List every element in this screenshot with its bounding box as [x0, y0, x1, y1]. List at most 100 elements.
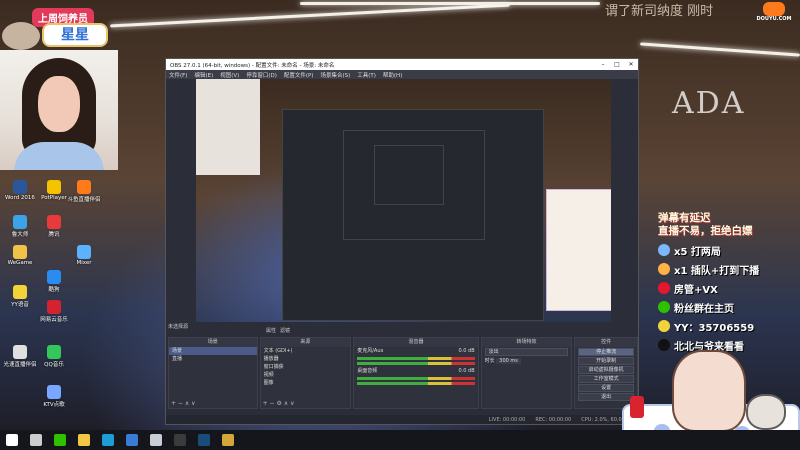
desktop-shortcut[interactable]: 网易云音乐: [36, 300, 72, 323]
obs-menu-item[interactable]: 停靠窗口(D): [246, 71, 277, 79]
duration-input[interactable]: 300 ms: [496, 358, 521, 364]
obs-title-text: OBS 27.0.1 (64-bit, windows) - 配置文件: 未命名…: [170, 62, 335, 69]
desktop-shortcut-label: QQ音乐: [44, 362, 64, 368]
desktop-shortcut[interactable]: 鲁大师: [2, 215, 38, 238]
desktop-shortcut[interactable]: YY语音: [2, 285, 38, 308]
desktop-shortcut[interactable]: 腾讯: [36, 215, 72, 238]
overlay-headline: 直播不易，拒绝白嫖: [658, 225, 753, 237]
obs-preview-canvas[interactable]: [196, 79, 611, 322]
desktop-shortcut-label: 鲁大师: [11, 232, 29, 238]
source-item[interactable]: 窗口捕获: [261, 363, 351, 371]
overlay-rows: x5 打两局 x1 插队+打到下播 房管+VX 粉丝群在主页 YY：35706559 北北…: [658, 243, 798, 353]
obs-menu-item[interactable]: 编辑(E): [194, 71, 213, 79]
game-icon[interactable]: [222, 434, 234, 446]
app-icon: [13, 245, 27, 259]
mixer-track-label: 桌面音频 0.0 dB: [354, 367, 477, 375]
yy-icon: [658, 320, 670, 332]
windows-taskbar: [0, 430, 800, 450]
file-explorer-icon[interactable]: [78, 434, 90, 446]
scene-add-remove[interactable]: + − ∧ ∨: [171, 400, 196, 407]
overlay-row: x5 打两局: [658, 243, 798, 258]
scenes-dock-title: 场景: [169, 338, 257, 347]
bilibili-icon: [658, 244, 670, 256]
no-source-label: 未选择源: [168, 324, 189, 330]
streamer-badge: 上周饲养员 星星: [2, 8, 112, 50]
windows-start-icon[interactable]: [6, 434, 18, 446]
wechat-icon[interactable]: [54, 434, 66, 446]
close-icon[interactable]: ✕: [624, 61, 638, 68]
app-icon[interactable]: [150, 434, 162, 446]
webcam-feed: [0, 50, 118, 170]
obs-menu-item[interactable]: 帮助(H): [383, 71, 402, 79]
transition-type-select[interactable]: 淡出: [484, 348, 569, 356]
obs-window[interactable]: OBS 27.0.1 (64-bit, windows) - 配置文件: 未命名…: [165, 58, 640, 425]
mixer-track-name: 桌面音频: [357, 368, 378, 374]
source-item[interactable]: 视频: [261, 371, 351, 379]
desktop-shortcut[interactable]: WeGame: [2, 245, 38, 266]
stop-stream-button[interactable]: 停止推流: [578, 348, 635, 356]
app-icon: [13, 180, 27, 194]
studio-mode-button[interactable]: 工作室模式: [578, 375, 635, 383]
source-item[interactable]: 图像: [261, 379, 351, 387]
desktop-shortcut[interactable]: QQ音乐: [36, 345, 72, 368]
anime-cat-sticker: [746, 394, 786, 430]
app-icon: [47, 385, 61, 399]
preview-overlay-card: [546, 189, 611, 311]
desktop-shortcut-label: 光速直播伴侣: [3, 362, 37, 368]
scene-item[interactable]: 场景: [169, 347, 257, 355]
rec-time: REC: 00:00:00: [535, 416, 572, 423]
tab-properties[interactable]: 属性: [266, 327, 276, 336]
app-icon: [47, 345, 61, 359]
desktop-shortcut-label: KTV点歌: [43, 402, 65, 408]
source-item[interactable]: 播放器: [261, 355, 351, 363]
obs-menu-item[interactable]: 工具(T): [357, 71, 376, 79]
exit-button[interactable]: 退出: [578, 393, 635, 401]
desktop-shortcut-label: WeGame: [7, 260, 33, 266]
overlay-row: YY：35706559: [658, 319, 798, 334]
desktop-shortcut-label: 酷狗: [48, 287, 60, 293]
mixer-dock-title: 混音器: [354, 338, 478, 347]
duration-label: 时长: [484, 358, 495, 364]
desktop-shortcut[interactable]: 酷狗: [36, 270, 72, 293]
audio-meter: [357, 362, 475, 365]
obs-menu-item[interactable]: 场景集合(S): [320, 71, 350, 79]
virtual-camera-button[interactable]: 启动虚拟摄像机: [578, 366, 635, 374]
obs-menu-item[interactable]: 视图(V): [220, 71, 239, 79]
overlay-row: 北北与爷来看看: [658, 338, 798, 353]
minimize-icon[interactable]: –: [596, 61, 610, 68]
start-recording-button[interactable]: 开始录制: [578, 357, 635, 365]
scene-item[interactable]: 直播: [169, 355, 257, 363]
obs-menu-item[interactable]: 文件(F): [169, 71, 187, 79]
settings-button[interactable]: 设置: [578, 384, 635, 392]
steam-icon[interactable]: [198, 434, 210, 446]
windows-icon[interactable]: [126, 434, 138, 446]
app-icon: [77, 180, 91, 194]
desktop-shortcut[interactable]: Word 2016: [2, 180, 38, 201]
obs-icon[interactable]: [174, 434, 186, 446]
source-item[interactable]: 文本 (GDI+): [261, 347, 351, 355]
weibo-icon: [658, 282, 670, 294]
sources-dock-title: 来源: [260, 338, 351, 347]
edge-icon[interactable]: [102, 434, 114, 446]
search-icon[interactable]: [30, 434, 42, 446]
desktop-shortcut[interactable]: Mixer: [66, 245, 102, 266]
obs-titlebar[interactable]: OBS 27.0.1 (64-bit, windows) - 配置文件: 未命名…: [166, 59, 638, 70]
desktop-shortcut[interactable]: 斗鱼直播伴侣: [66, 180, 102, 203]
maximize-icon[interactable]: □: [610, 61, 624, 68]
obs-menu-item[interactable]: 配置文件(P): [284, 71, 314, 79]
source-props-tabs: 属性 滤镜: [266, 327, 326, 336]
badge-name: 星星: [42, 23, 108, 47]
desktop-shortcut-label: 斗鱼直播伴侣: [67, 197, 101, 203]
preview-webcam: [196, 79, 260, 175]
obs-statusbar: LIVE: 00:00:00 REC: 00:00:00 CPU: 2.0%, …: [166, 415, 640, 424]
source-add-remove[interactable]: + − ⚙ ∧ ∨: [263, 400, 295, 407]
tab-filters[interactable]: 滤镜: [280, 327, 290, 336]
nested-obs-preview-1: [282, 109, 544, 321]
audio-meter: [357, 357, 475, 360]
nested-obs-preview-2: [343, 130, 485, 240]
desktop-shortcut[interactable]: 光速直播伴侣: [2, 345, 38, 368]
desktop-shortcut[interactable]: KTV点歌: [36, 385, 72, 408]
live-time: LIVE: 00:00:00: [488, 416, 526, 423]
app-icon: [13, 215, 27, 229]
app-icon: [47, 270, 61, 284]
